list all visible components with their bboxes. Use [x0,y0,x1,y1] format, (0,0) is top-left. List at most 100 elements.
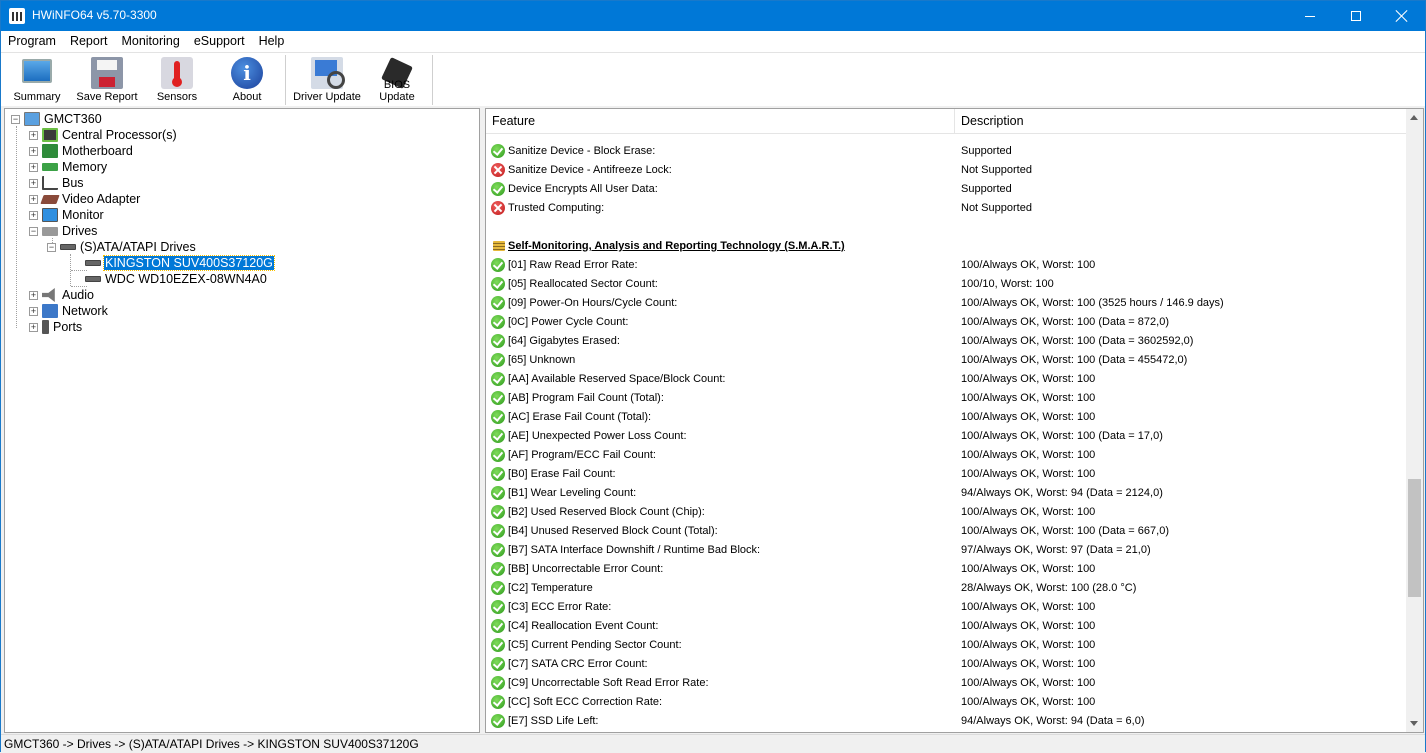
table-row[interactable]: [B0] Erase Fail Count: 100/Always OK, Wor… [486,465,1406,484]
table-row[interactable]: [09] Power-On Hours/Cycle Count: 100/Alwa… [486,294,1406,313]
tree-item-bus[interactable]: + Bus [29,175,85,191]
table-row[interactable]: [AA] Available Reserved Space/Block Coun… [486,370,1406,389]
menu-report[interactable]: Report [63,31,115,52]
bios-update-button[interactable]: BIOS Update [365,55,429,105]
error-x-icon [491,163,505,177]
collapse-toggle[interactable]: − [29,226,38,236]
table-row[interactable]: [B7] SATA Interface Downshift / Runtime … [486,541,1406,560]
expand-toggle[interactable]: + [29,146,38,156]
table-row[interactable]: [C5] Current Pending Sector Count: 100/Al… [486,636,1406,655]
table-row[interactable]: [C3] ECC Error Rate: 100/Always OK, Worst… [486,598,1406,617]
table-row[interactable]: Sanitize Device - Antifreeze Lock: Not Su… [486,161,1406,180]
column-description[interactable]: Description [955,109,1406,134]
tree-item-ports[interactable]: + Ports [29,319,83,335]
scroll-down-icon[interactable] [1410,721,1418,726]
tree-item-video-adapter[interactable]: + Video Adapter [29,191,141,207]
table-row[interactable]: [CC] Soft ECC Correction Rate: 100/Always… [486,693,1406,712]
feature-cell: [C4] Reallocation Event Count: [508,620,659,632]
tree-item-network[interactable]: + Network [29,303,109,319]
expand-toggle[interactable]: + [29,210,38,220]
feature-cell: Device Encrypts All User Data: [508,183,658,195]
tree-label: KINGSTON SUV400S37120G [103,255,275,271]
tree-item-kingston[interactable]: KINGSTON SUV400S37120G [85,255,275,271]
expand-toggle[interactable]: + [29,178,38,188]
table-row[interactable]: [C7] SATA CRC Error Count: 100/Always OK,… [486,655,1406,674]
minimize-button[interactable] [1287,1,1333,31]
table-row[interactable]: [C2] Temperature 28/Always OK, Worst: 100… [486,579,1406,598]
table-row[interactable]: [BB] Uncorrectable Error Count: 100/Alway… [486,560,1406,579]
table-row[interactable]: [B2] Used Reserved Block Count (Chip): 10… [486,503,1406,522]
tree-item-audio[interactable]: + Audio [29,287,95,303]
device-tree[interactable]: − GMCT360 + Central Processor(s) + Mothe… [4,108,480,733]
table-row[interactable] [486,218,1406,237]
tree-label: Network [62,304,108,318]
tree-item-monitor[interactable]: + Monitor [29,207,105,223]
scroll-up-icon[interactable] [1410,115,1418,120]
maximize-button[interactable] [1333,1,1379,31]
expand-toggle[interactable]: + [29,322,38,332]
ok-check-icon [491,581,505,595]
description-cell: 100/Always OK, Worst: 100 (Data = 17,0) [961,430,1163,442]
feature-cell: [AE] Unexpected Power Loss Count: [508,430,687,442]
table-row[interactable]: [C4] Reallocation Event Count: 100/Always… [486,617,1406,636]
table-row[interactable]: Sanitize Device - Block Erase: Supported [486,142,1406,161]
table-row[interactable]: [AC] Erase Fail Count (Total): 100/Always… [486,408,1406,427]
summary-button[interactable]: Summary [9,55,65,105]
about-button[interactable]: i About [221,55,273,105]
tree-item-drives[interactable]: − Drives [29,223,98,239]
table-row[interactable]: [B4] Unused Reserved Block Count (Total)… [486,522,1406,541]
table-row[interactable]: [AB] Program Fail Count (Total): 100/Alwa… [486,389,1406,408]
table-row[interactable]: [05] Reallocated Sector Count: 100/10, Wo… [486,275,1406,294]
table-row[interactable]: [AF] Program/ECC Fail Count: 100/Always O… [486,446,1406,465]
section-header-row[interactable]: Self-Monitoring, Analysis and Reporting … [486,237,1406,256]
tree-item-motherboard[interactable]: + Motherboard [29,143,134,159]
expand-toggle[interactable]: + [29,130,38,140]
sensors-button[interactable]: Sensors [151,55,203,105]
tree-item-cpu[interactable]: + Central Processor(s) [29,127,178,143]
collapse-toggle[interactable]: − [11,114,20,124]
expand-toggle[interactable]: + [29,306,38,316]
table-row[interactable]: [65] Unknown 100/Always OK, Worst: 100 (D… [486,351,1406,370]
table-row[interactable]: [0C] Power Cycle Count: 100/Always OK, Wo… [486,313,1406,332]
tree-item-memory[interactable]: + Memory [29,159,108,175]
driver-update-button[interactable]: Driver Update [291,55,363,105]
expand-toggle[interactable]: + [29,290,38,300]
table-row[interactable]: [E7] SSD Life Left: 94/Always OK, Worst: … [486,712,1406,731]
table-row[interactable]: [01] Raw Read Error Rate: 100/Always OK, … [486,256,1406,275]
scroll-thumb[interactable] [1408,479,1421,597]
feature-cell: [09] Power-On Hours/Cycle Count: [508,297,678,309]
app-icon[interactable] [9,8,25,24]
menu-program[interactable]: Program [1,31,63,52]
tree-label: Bus [62,176,84,190]
expand-toggle[interactable]: + [29,162,38,172]
description-cell: 100/Always OK, Worst: 100 [961,373,1096,385]
menu-monitoring[interactable]: Monitoring [114,31,186,52]
table-row[interactable]: [B1] Wear Leveling Count: 94/Always OK, W… [486,484,1406,503]
title-bar[interactable]: HWiNFO64 v5.70-3300 [1,1,1425,31]
feature-cell: [64] Gigabytes Erased: [508,335,620,347]
tree-root[interactable]: − GMCT360 [11,111,103,127]
description-cell: Not Supported [961,164,1032,176]
table-row[interactable]: [C9] Uncorrectable Soft Read Error Rate:… [486,674,1406,693]
feature-cell: [E7] SSD Life Left: [508,715,599,727]
table-row[interactable]: [AE] Unexpected Power Loss Count: 100/Alw… [486,427,1406,446]
feature-cell: [B7] SATA Interface Downshift / Runtime … [508,544,761,556]
table-row[interactable]: Device Encrypts All User Data: Supported [486,180,1406,199]
table-row[interactable]: Trusted Computing: Not Supported [486,199,1406,218]
description-cell: 97/Always OK, Worst: 97 (Data = 21,0) [961,544,1151,556]
description-cell: 100/Always OK, Worst: 100 [961,506,1096,518]
menu-esupport[interactable]: eSupport [187,31,252,52]
save-report-button[interactable]: Save Report [75,55,139,105]
collapse-toggle[interactable]: − [47,242,56,252]
vertical-scrollbar[interactable] [1406,109,1423,732]
ok-check-icon [491,410,505,424]
menu-help[interactable]: Help [252,31,292,52]
tree-item-wdc[interactable]: WDC WD10EZEX-08WN4A0 [85,271,268,287]
tree-item-sata-drives[interactable]: − (S)ATA/ATAPI Drives [47,239,197,255]
table-row[interactable]: [64] Gigabytes Erased: 100/Always OK, Wor… [486,332,1406,351]
column-feature[interactable]: Feature [486,109,955,134]
expand-toggle[interactable]: + [29,194,38,204]
description-cell: 100/Always OK, Worst: 100 (Data = 872,0) [961,316,1169,328]
detail-list[interactable]: Feature Description Sanitize Device - Bl… [485,108,1424,733]
close-button[interactable] [1379,1,1425,31]
